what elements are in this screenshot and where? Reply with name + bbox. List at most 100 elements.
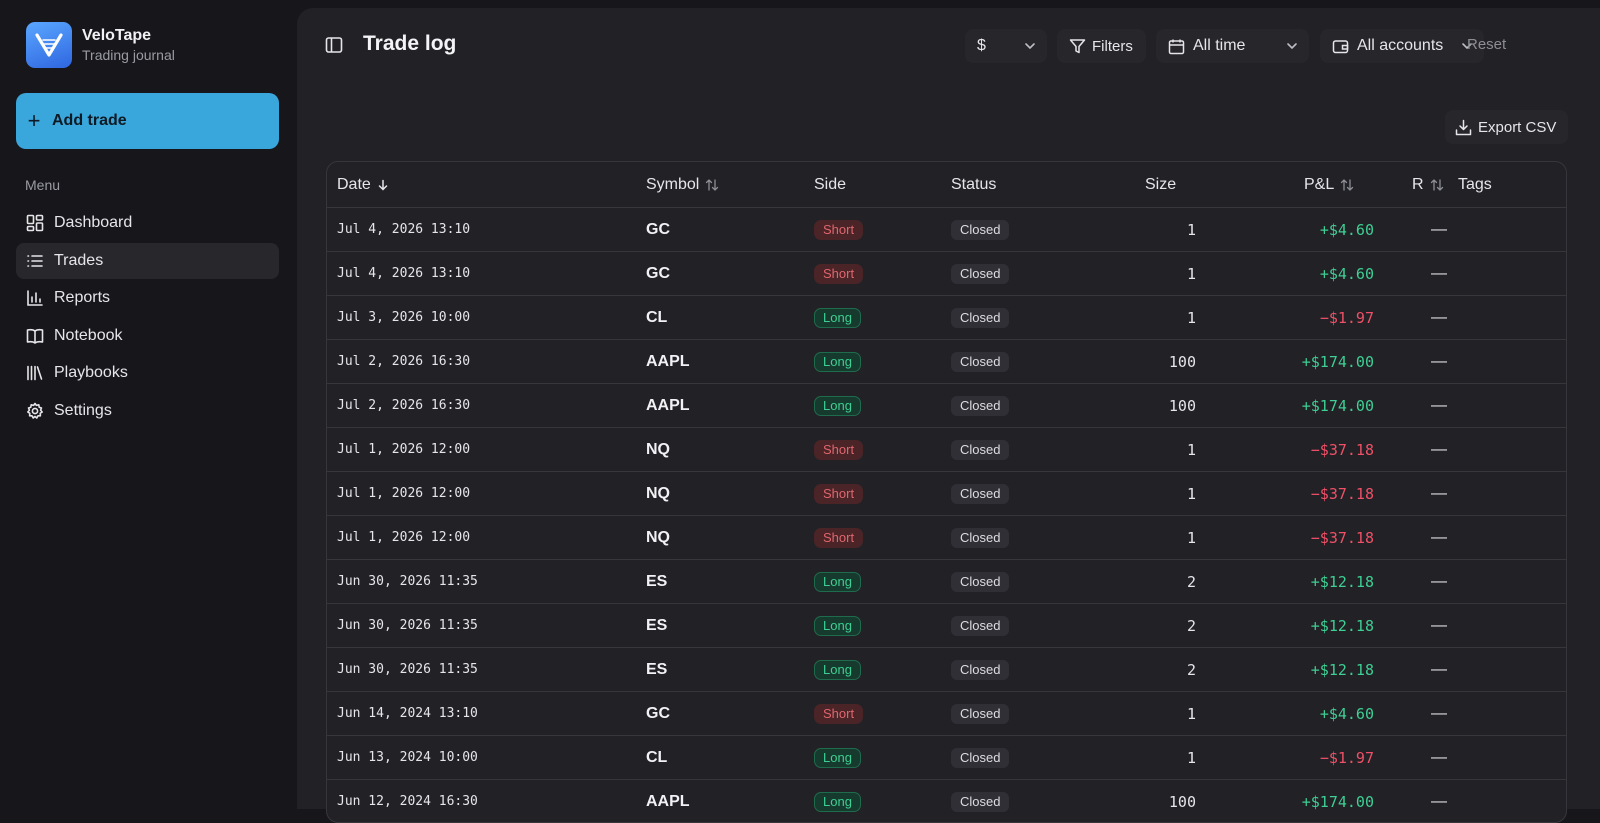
sidebar-item-dashboard[interactable]: Dashboard: [16, 205, 279, 241]
status-cell: Closed: [951, 560, 1010, 603]
column-header-r[interactable]: R: [1412, 162, 1444, 207]
accounts-value: All accounts: [1357, 37, 1444, 54]
gear-icon: [27, 402, 43, 419]
trade-r: —: [1431, 704, 1447, 722]
status-cell: Closed: [951, 516, 1010, 559]
status-badge: Closed: [951, 527, 1010, 548]
trade-pnl: +$12.18: [1310, 572, 1374, 591]
table-row[interactable]: Jun 14, 2024 13:10 GC Short Closed 1 +$4.60 —: [327, 692, 1566, 736]
status-cell: Closed: [951, 736, 1010, 779]
side-cell: Long: [814, 604, 861, 647]
arrow-down-icon: [378, 179, 388, 191]
trade-pnl: +$174.00: [1301, 396, 1374, 415]
trade-pnl: +$12.18: [1310, 660, 1374, 679]
table-row[interactable]: Jul 2, 2026 16:30 AAPL Long Closed 100 +$174.…: [327, 384, 1566, 428]
download-icon: [1455, 119, 1472, 135]
export-csv-button[interactable]: Export CSV: [1445, 110, 1569, 144]
trade-date: Jul 4, 2026 13:10: [337, 222, 471, 237]
column-label: Size: [1145, 175, 1177, 193]
trade-symbol: GC: [646, 704, 670, 722]
status-cell: Closed: [951, 648, 1010, 691]
trade-date: Jul 1, 2026 12:00: [337, 486, 471, 501]
side-badge: Long: [814, 351, 861, 372]
trade-size: 100: [1168, 396, 1196, 415]
brand[interactable]: VeloTape Trading journal: [26, 22, 175, 68]
trade-symbol: GC: [646, 220, 670, 238]
menu-label: Menu: [25, 177, 61, 193]
table-body: Jul 4, 2026 13:10 GC Short Closed 1 +$4.60— Ju…: [327, 208, 1566, 822]
trade-symbol: ES: [646, 572, 668, 590]
date-range-select[interactable]: All time: [1156, 29, 1309, 63]
column-header-side[interactable]: Side: [814, 162, 846, 207]
status-badge: Closed: [951, 615, 1010, 636]
trade-size: 100: [1168, 792, 1196, 811]
accounts-select[interactable]: All accounts: [1320, 29, 1484, 63]
trade-symbol: ES: [646, 660, 668, 678]
sidebar-toggle-icon[interactable]: [325, 36, 343, 59]
trade-r: —: [1431, 264, 1447, 282]
topbar: Trade log $ Filters All time All account…: [297, 8, 1600, 83]
sort-icon: [1341, 178, 1354, 191]
status-badge: Closed: [951, 747, 1010, 768]
velotape-logo-icon: [26, 22, 72, 68]
side-cell: Short: [814, 472, 864, 515]
table-row[interactable]: Jul 2, 2026 16:30 AAPL Long Closed 100 +$174.…: [327, 340, 1566, 384]
sidebar-item-label: Reports: [54, 289, 111, 306]
table-row[interactable]: Jun 30, 2026 11:35 ES Long Closed 2 +$12.18 —: [327, 604, 1566, 648]
status-cell: Closed: [951, 252, 1010, 295]
sidebar-item-reports[interactable]: Reports: [16, 280, 279, 316]
trade-r: —: [1431, 792, 1447, 810]
table-row[interactable]: Jul 4, 2026 13:10 GC Short Closed 1 +$4.60 —: [327, 208, 1566, 252]
sidebar-item-trades[interactable]: Trades: [16, 242, 279, 279]
bar-chart-icon: [27, 290, 43, 306]
reset-button[interactable]: Reset: [1467, 36, 1506, 53]
trade-pnl: −$37.18: [1310, 440, 1374, 459]
table-row[interactable]: Jul 1, 2026 12:00 NQ Short Closed 1 −$37.18 —: [327, 516, 1566, 560]
table-row[interactable]: Jul 1, 2026 12:00 NQ Short Closed 1 −$37.18 —: [327, 428, 1566, 472]
table-row[interactable]: Jun 30, 2026 11:35 ES Long Closed 2 +$12.18 —: [327, 560, 1566, 604]
column-header-pnl[interactable]: P&L: [1304, 162, 1354, 207]
column-label: P&L: [1304, 175, 1335, 193]
filters-button[interactable]: Filters: [1057, 29, 1146, 63]
side-badge: Long: [814, 307, 861, 328]
column-header-tags[interactable]: Tags: [1458, 162, 1492, 207]
status-cell: Closed: [951, 340, 1010, 383]
table-row[interactable]: Jun 13, 2024 10:00 CL Long Closed 1 −$1.97 —: [327, 736, 1566, 780]
side-badge: Short: [814, 219, 864, 240]
currency-select[interactable]: $: [965, 29, 1047, 63]
trade-r: —: [1431, 440, 1447, 458]
trade-size: 1: [1186, 484, 1196, 503]
table-row[interactable]: Jul 4, 2026 13:10 GC Short Closed 1 +$4.60 —: [327, 252, 1566, 296]
column-header-status[interactable]: Status: [951, 162, 996, 207]
side-badge: Long: [814, 659, 861, 680]
trade-symbol: ES: [646, 616, 668, 634]
sidebar-item-settings[interactable]: Settings: [16, 393, 279, 429]
add-trade-button[interactable]: + Add trade: [16, 93, 279, 149]
table-row[interactable]: Jul 1, 2026 12:00 NQ Short Closed 1 −$37.18 —: [327, 472, 1566, 516]
status-cell: Closed: [951, 692, 1010, 735]
sidebar-item-notebook[interactable]: Notebook: [16, 318, 279, 354]
column-label: Status: [951, 175, 997, 193]
book-icon: [26, 328, 44, 344]
column-header-date[interactable]: Date: [337, 162, 389, 207]
table-row[interactable]: Jun 12, 2024 16:30 AAPL Long Closed 100 +$174…: [327, 780, 1566, 822]
list-icon: [27, 254, 43, 267]
side-badge: Long: [814, 571, 861, 592]
table-row[interactable]: Jul 3, 2026 10:00 CL Long Closed 1 −$1.97 —: [327, 296, 1566, 340]
status-badge: Closed: [951, 219, 1010, 240]
trade-pnl: +$4.60: [1319, 264, 1374, 283]
trade-r: —: [1431, 396, 1447, 414]
side-badge: Long: [814, 615, 861, 636]
sidebar-item-label: Settings: [54, 401, 112, 419]
status-cell: Closed: [951, 384, 1010, 427]
side-cell: Long: [814, 296, 861, 339]
trade-size: 1: [1186, 748, 1196, 767]
column-header-size[interactable]: Size: [1145, 162, 1176, 207]
trade-size: 1: [1186, 220, 1196, 239]
column-header-symbol[interactable]: Symbol: [646, 162, 719, 207]
trade-size: 2: [1186, 616, 1196, 635]
table-row[interactable]: Jun 30, 2026 11:35 ES Long Closed 2 +$12.18 —: [327, 648, 1566, 692]
brand-name: VeloTape: [82, 27, 152, 44]
sidebar-item-playbooks[interactable]: Playbooks: [16, 355, 279, 391]
side-badge: Short: [814, 483, 864, 504]
